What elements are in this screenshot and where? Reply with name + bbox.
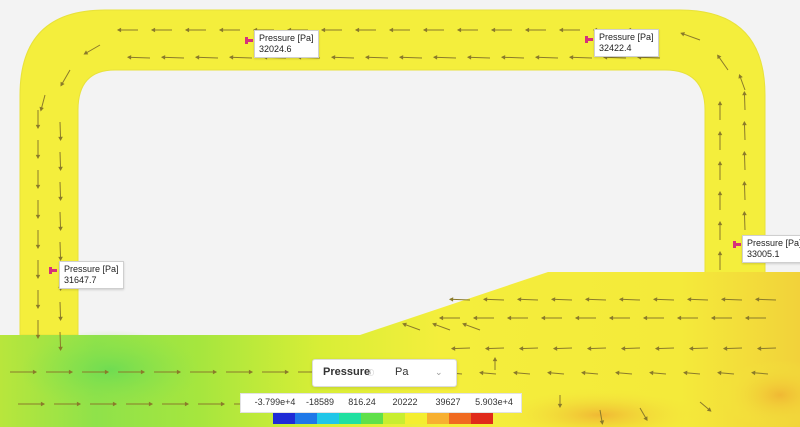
legend-color-step: [295, 413, 318, 424]
legend-color-step: [361, 413, 384, 424]
probe-label[interactable]: Pressure [Pa] 32024.6: [254, 30, 319, 58]
legend-field-selector[interactable]: Pressure ⓘ Pa ⌄: [312, 359, 457, 387]
legend-color-step: [471, 413, 493, 424]
legend-color-step: [339, 413, 362, 424]
probe-marker[interactable]: [49, 267, 57, 274]
probe-label-title: Pressure [Pa]: [747, 238, 800, 248]
probe-label[interactable]: Pressure [Pa] 33005.1: [742, 235, 800, 263]
chevron-down-icon[interactable]: ⌄: [435, 367, 443, 378]
probe-label[interactable]: Pressure [Pa] 31647.7: [59, 261, 124, 289]
legend-tick: 5.903e+4: [475, 397, 513, 407]
legend-color-step: [383, 413, 406, 424]
probe-label-value: 32422.4: [599, 43, 632, 53]
color-legend: Pressure ⓘ Pa ⌄ -3.799e+4 -18589 816.24 …: [240, 359, 522, 427]
legend-field-name: Pressure: [323, 366, 371, 378]
probe-marker[interactable]: [585, 36, 593, 43]
probe-marker[interactable]: [245, 37, 253, 44]
low-pressure-zone: [20, 330, 200, 410]
probe-marker[interactable]: [733, 241, 741, 248]
legend-tick-labels: -3.799e+4 -18589 816.24 20222 39627 5.90…: [240, 393, 522, 413]
legend-color-step: [449, 413, 472, 424]
probe-label-value: 33005.1: [747, 249, 780, 259]
simulation-viewport[interactable]: Pressure [Pa] 31647.7 Pressure [Pa] 3202…: [0, 0, 800, 427]
legend-color-bar: [273, 413, 493, 424]
legend-color-step: [317, 413, 340, 424]
probe-label-title: Pressure [Pa]: [599, 32, 654, 42]
legend-tick: -3.799e+4: [254, 397, 296, 407]
probe-label-value: 32024.6: [259, 44, 292, 54]
legend-color-step: [273, 413, 296, 424]
probe-label-value: 31647.7: [64, 275, 97, 285]
probe-label[interactable]: Pressure [Pa] 32422.4: [594, 29, 659, 57]
legend-tick: 20222: [392, 397, 418, 407]
legend-tick: 39627: [435, 397, 461, 407]
probe-label-title: Pressure [Pa]: [64, 264, 119, 274]
legend-tick: 816.24: [348, 397, 376, 407]
velocity-arrowhead: [448, 297, 454, 302]
legend-color-step: [405, 413, 428, 424]
info-icon[interactable]: ⓘ: [367, 368, 374, 378]
legend-unit: Pa: [395, 366, 409, 378]
legend-color-step: [427, 413, 450, 424]
legend-tick: -18589: [305, 397, 335, 407]
probe-label-title: Pressure [Pa]: [259, 33, 314, 43]
